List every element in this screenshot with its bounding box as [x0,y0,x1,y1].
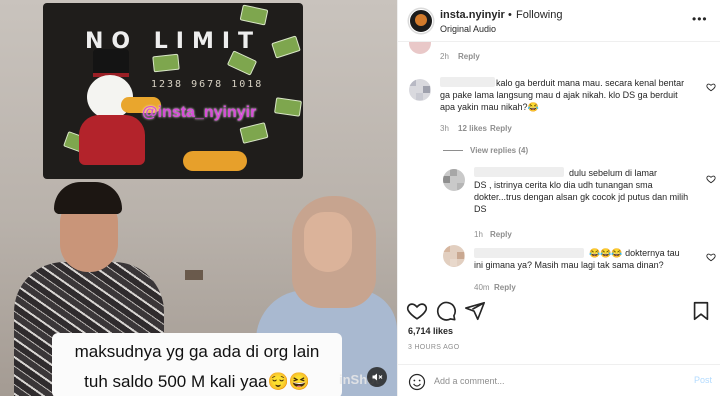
comment-time: 2h [440,52,449,61]
comment-icon[interactable] [435,300,457,322]
paper-plane-icon[interactable] [464,300,486,322]
audio-link[interactable]: Original Audio [440,24,496,34]
heart-icon[interactable] [706,82,716,92]
shelf-badge [185,270,203,280]
woman-face [304,212,352,272]
reply-link[interactable]: Reply [490,124,512,133]
comment-text: 😂😂😂 dokternya tau ini gimana ya? Masih m… [474,248,680,270]
commenter-avatar[interactable] [409,42,431,54]
money-bill [274,97,302,117]
more-horizontal-icon[interactable]: ••• [692,12,708,26]
heart-icon[interactable] [706,174,716,184]
comments-list: 2h Reply kalo ga berduit mana mau. secar… [398,42,720,296]
reply-link[interactable]: Reply [458,52,480,61]
caption-line-1: maksudnya yg ga ada di org lain [74,342,320,361]
smiley-icon[interactable] [408,373,426,391]
comment-likes[interactable]: 12 likes [458,124,487,133]
post-panel: insta.nyinyir • Following Original Audio… [397,0,720,396]
comment-time: 40m [474,283,490,292]
reply-link[interactable]: Reply [490,230,512,239]
duck-feet [183,151,247,171]
speaker-muted-icon[interactable] [367,367,387,387]
add-comment-row: Post [398,364,720,396]
like-count[interactable]: 6,714 likes [408,326,453,336]
wall-poster: NO LIMIT 1238 9678 1018 [43,3,303,179]
post-header: insta.nyinyir • Following Original Audio… [398,0,720,42]
comment-time: 3h [440,124,449,133]
post-button[interactable]: Post [694,375,712,385]
poster-card-number: 1238 9678 1018 [151,79,264,90]
man-hair [54,182,122,214]
comment-time: 1h [474,230,483,239]
view-replies-line [443,150,463,151]
comment-text: kalo ga berduit mana mau. secara kenal b… [440,78,685,112]
commenter-avatar[interactable] [409,79,431,101]
money-bill [239,4,269,26]
comment-text: dulu sebelum di lamar DS , istrinya ceri… [474,168,689,214]
following-button[interactable]: Following [516,9,562,21]
video-player[interactable]: NO LIMIT 1238 9678 1018 @insta_nyinyir m… [0,0,397,396]
money-bill [152,53,180,73]
post-timestamp: 3 HOURS AGO [408,344,460,351]
duck-coat [79,115,145,165]
heart-icon[interactable] [706,252,716,262]
commenter-avatar[interactable] [443,169,465,191]
action-bar [398,296,720,330]
heart-icon[interactable] [406,300,428,322]
comment-input[interactable] [434,372,674,390]
avatar[interactable] [409,9,433,33]
money-bill [239,122,269,144]
duck-hat [93,49,129,77]
username[interactable]: insta.nyinyir [440,9,505,21]
commenter-avatar[interactable] [443,245,465,267]
separator-dot: • [508,9,512,21]
poster-title: NO LIMIT [84,29,262,54]
caption-line-2: tuh saldo 500 M kali yaa😌😆 [84,372,310,391]
view-replies-link[interactable]: View replies (4) [470,146,528,155]
video-watermark: @insta_nyinyir [142,104,257,121]
money-bill [226,50,258,76]
reply-link[interactable]: Reply [494,283,516,292]
bookmark-icon[interactable] [690,300,712,322]
